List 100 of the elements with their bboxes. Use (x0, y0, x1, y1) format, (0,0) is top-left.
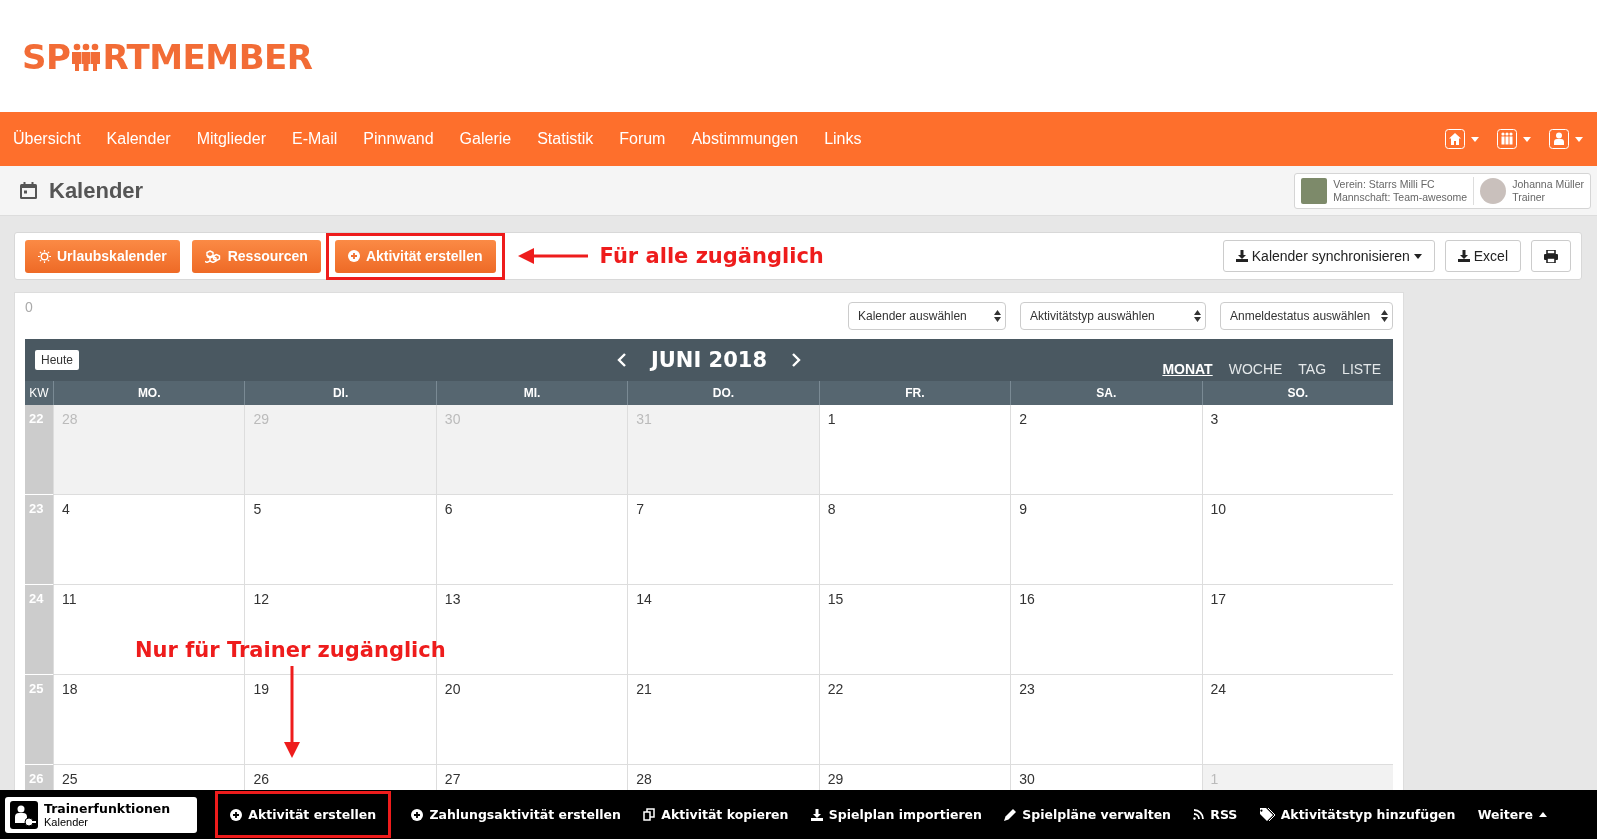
day-number[interactable]: 28 (636, 771, 652, 787)
sun-icon (38, 249, 51, 263)
annotation-label: Für alle zugänglich (599, 244, 824, 268)
caret-icon (1413, 253, 1422, 259)
rss-icon (1193, 809, 1205, 820)
day-number[interactable]: 30 (1019, 771, 1035, 787)
day-number[interactable]: 14 (636, 591, 652, 607)
view-tab[interactable]: LISTE (1342, 361, 1381, 377)
card-title: Trainerfunktionen (44, 801, 171, 816)
caret-icon (1575, 136, 1583, 142)
tag-icon (1259, 808, 1275, 821)
weekday-header: SO. (1201, 381, 1393, 405)
team-menu-button[interactable] (1497, 129, 1531, 149)
day-number[interactable]: 15 (827, 591, 844, 607)
annotation-arrow (517, 248, 588, 264)
day-number[interactable]: 9 (1019, 501, 1027, 517)
day-number[interactable]: 13 (444, 591, 461, 607)
weekday-header: DO. (627, 381, 819, 405)
weekday-header: MO. (53, 381, 245, 405)
day-number[interactable]: 7 (636, 501, 645, 517)
filter-select[interactable]: Aktivitätstyp auswählen (1020, 302, 1206, 330)
plus-circle-icon (411, 808, 424, 821)
select-arrows-icon (1194, 310, 1201, 322)
chevron-left-icon[interactable] (617, 353, 627, 367)
day-number[interactable]: 23 (1019, 681, 1035, 697)
day-number[interactable]: 21 (636, 681, 652, 697)
weekday-header: FR. (818, 381, 1011, 405)
chevron-right-icon[interactable] (791, 353, 801, 367)
month-title: JUNI 2018 (651, 348, 767, 372)
cubes-icon (204, 249, 222, 263)
home-menu-button[interactable] (1445, 129, 1479, 149)
day-number[interactable]: 25 (62, 771, 78, 787)
day-number[interactable]: 3 (1210, 411, 1219, 427)
people-logo-icon (70, 43, 103, 71)
today-button[interactable]: Heute (35, 350, 80, 370)
day-number[interactable]: 19 (253, 681, 269, 697)
counter: 0 (25, 299, 33, 315)
view-tab[interactable]: TAG (1298, 361, 1327, 377)
day-number[interactable]: 20 (444, 681, 461, 697)
day-number[interactable]: 10 (1210, 501, 1227, 517)
club-info: Verein: Starrs Milli FC Mannschaft: Team-awesome (1333, 177, 1468, 204)
pencil-icon (1004, 808, 1017, 821)
user-info: Johanna Müller Trainer (1512, 177, 1584, 204)
user-menu-button[interactable] (1549, 129, 1583, 149)
trainer-icon (10, 800, 38, 829)
annotation-label: Nur für Trainer zugänglich (135, 638, 446, 662)
calendar-icon (20, 182, 37, 199)
context-panel[interactable]: Verein: Starrs Milli FC Mannschaft: Team-awesome Johanna Müller Trainer (1294, 172, 1591, 209)
logo-text: SP (22, 37, 71, 77)
view-tab[interactable]: MONAT (1162, 361, 1213, 377)
day-number[interactable]: 24 (1210, 681, 1227, 697)
day-number[interactable]: 16 (1019, 591, 1035, 607)
page-title: Kalender (49, 177, 144, 204)
caret-icon (1538, 812, 1547, 817)
day-number[interactable]: 1 (827, 411, 836, 427)
toolbar-button[interactable]: Excel (1444, 240, 1521, 272)
day-number[interactable]: 11 (62, 591, 77, 607)
day-number[interactable]: 18 (62, 681, 78, 697)
trainer-action-button[interactable]: Spielpläne verwalten (1002, 803, 1174, 826)
day-number[interactable]: 12 (253, 591, 269, 607)
day-number[interactable]: 2 (1019, 411, 1027, 427)
plus-circle-icon (347, 250, 360, 262)
select-arrows-icon (994, 310, 1001, 322)
user-avatar (1480, 177, 1507, 204)
day-number[interactable]: 22 (827, 681, 844, 697)
trainer-action-button[interactable]: Aktivität erstellen (228, 803, 379, 826)
more-menu-button[interactable]: Weitere (1475, 803, 1549, 826)
day-number[interactable]: 27 (444, 771, 461, 787)
weekday-header: MI. (435, 381, 628, 405)
day-number[interactable]: 17 (1210, 591, 1227, 607)
day-number[interactable]: 29 (827, 771, 844, 787)
day-number[interactable]: 6 (444, 501, 453, 517)
weekday-header: DI. (244, 381, 436, 405)
club-photo-placeholder (1301, 177, 1328, 204)
filter-select[interactable]: Anmeldestatus auswählen (1220, 302, 1393, 330)
view-tab[interactable]: WOCHE (1228, 361, 1283, 377)
day-number[interactable]: 4 (62, 501, 70, 517)
trainer-action-button[interactable]: RSS (1191, 803, 1240, 826)
card-subtitle: Kalender (44, 816, 90, 828)
filter-select[interactable]: Kalender auswählen (848, 302, 1006, 330)
trainer-action-button[interactable]: Aktivitätstyp hinzufügen (1257, 803, 1458, 826)
printer-icon (1544, 249, 1558, 263)
download-icon (810, 808, 823, 821)
caret-icon (1471, 136, 1479, 142)
toolbar-button[interactable]: Kalender synchronisieren (1222, 240, 1435, 272)
day-number[interactable]: 26 (253, 771, 269, 787)
day-number[interactable]: 5 (253, 501, 262, 517)
day-number[interactable]: 8 (827, 501, 836, 517)
select-arrows-icon (1381, 310, 1388, 322)
trainer-action-button[interactable]: Zahlungsaktivität erstellen (409, 803, 623, 826)
download-icon (1235, 250, 1248, 262)
copy-icon (643, 808, 656, 821)
trainer-action-button[interactable]: Spielplan importieren (808, 803, 984, 826)
print-button[interactable] (1531, 240, 1571, 272)
trainer-action-button[interactable]: Aktivität kopieren (641, 803, 791, 826)
week-number-header: KW (25, 381, 53, 405)
plus-circle-icon (230, 808, 243, 821)
download-icon (1457, 250, 1470, 262)
caret-icon (1523, 136, 1531, 142)
trainer-functions-card[interactable]: Trainerfunktionen Kalender (5, 796, 197, 833)
